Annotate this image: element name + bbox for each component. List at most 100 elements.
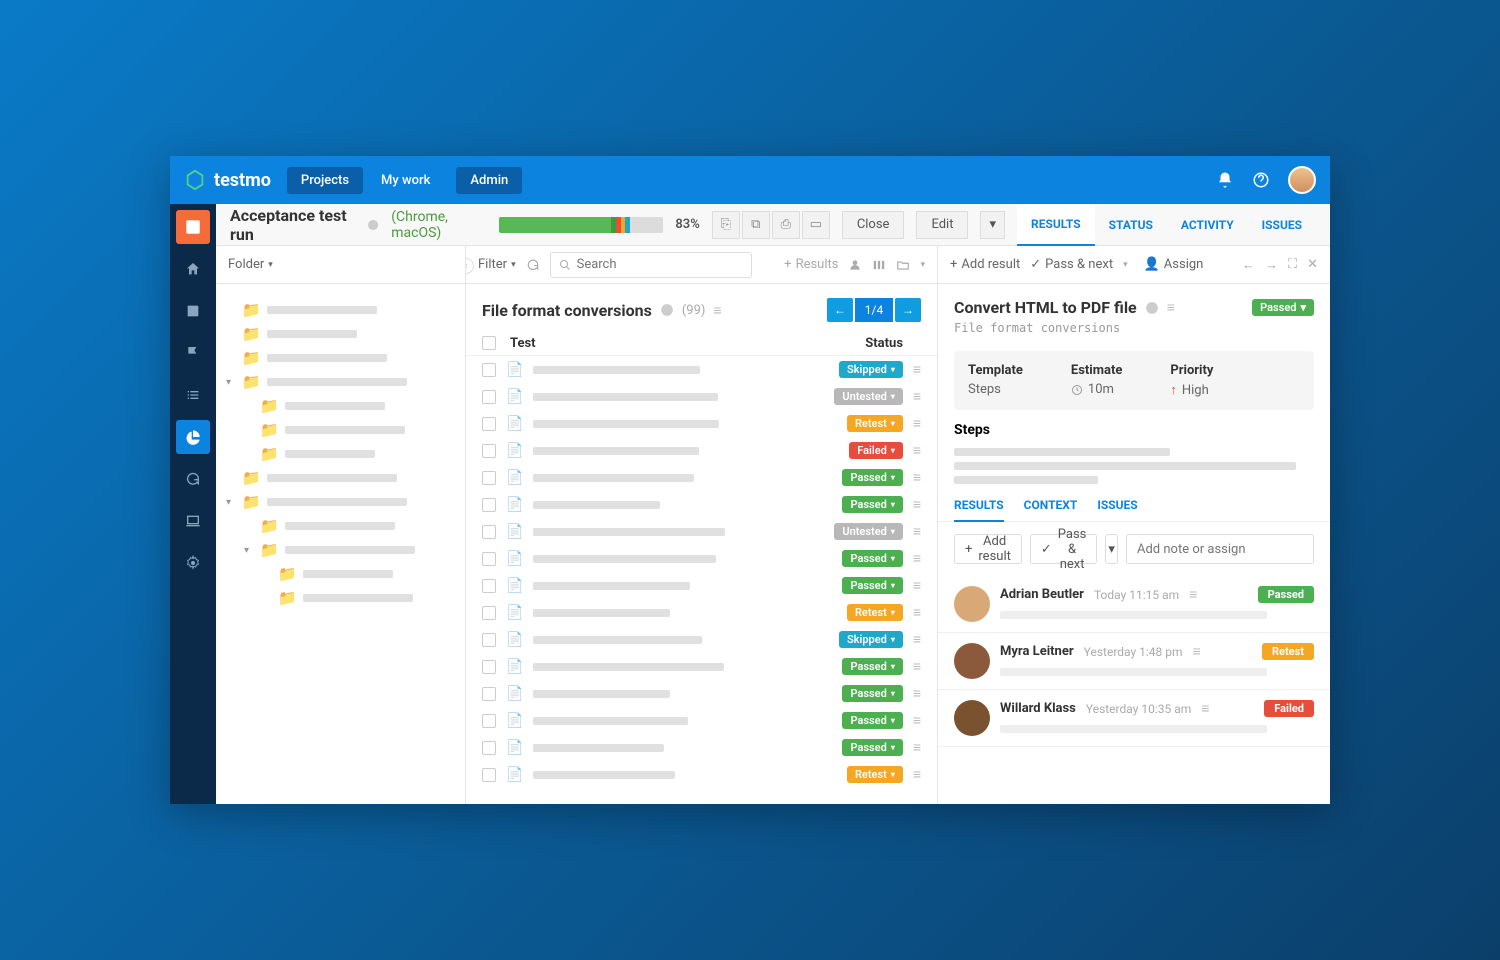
row-menu-icon[interactable]: ≡ xyxy=(913,658,921,675)
row-menu-icon[interactable]: ≡ xyxy=(913,388,921,405)
print-icon[interactable]: ⎙ xyxy=(772,211,800,239)
status-pill[interactable]: Retest ▾ xyxy=(847,604,903,621)
tree-row[interactable]: 📁 xyxy=(226,394,455,418)
row-checkbox[interactable] xyxy=(482,498,496,512)
columns-icon[interactable] xyxy=(872,258,886,272)
pass-next-dropdown[interactable]: ▾ xyxy=(1123,260,1128,270)
bell-icon[interactable] xyxy=(1216,171,1234,189)
table-row[interactable]: 📄 Retest ▾ ≡ xyxy=(466,761,937,788)
table-row[interactable]: 📄 Retest ▾ ≡ xyxy=(466,410,937,437)
status-pill[interactable]: Passed ▾ xyxy=(842,577,902,594)
result-menu-icon[interactable]: ≡ xyxy=(1193,643,1201,660)
tree-row[interactable]: 📁 xyxy=(226,562,455,586)
user-icon[interactable] xyxy=(848,258,862,272)
tree-row[interactable]: ▾📁 xyxy=(226,490,455,514)
row-checkbox[interactable] xyxy=(482,741,496,755)
edit-dropdown[interactable]: ▾ xyxy=(980,211,1005,239)
toolbar-dropdown[interactable]: ▾ xyxy=(920,260,925,270)
tree-row[interactable]: 📁 xyxy=(226,298,455,322)
status-pill[interactable]: Retest ▾ xyxy=(847,766,903,783)
row-menu-icon[interactable]: ≡ xyxy=(913,550,921,567)
row-checkbox[interactable] xyxy=(482,606,496,620)
tree-row[interactable]: 📁 xyxy=(226,586,455,610)
status-pill[interactable]: Passed ▾ xyxy=(842,739,902,756)
pager-next[interactable]: → xyxy=(895,298,921,322)
status-pill[interactable]: Passed ▾ xyxy=(842,496,902,513)
add-result-button[interactable]: + Add result xyxy=(950,257,1020,272)
tab-status[interactable]: STATUS xyxy=(1095,204,1167,245)
avatar[interactable] xyxy=(954,643,990,679)
folder-label[interactable]: Folder ▾ xyxy=(228,257,273,272)
tree-row[interactable]: 📁 xyxy=(226,514,455,538)
subtab-context[interactable]: CONTEXT xyxy=(1024,498,1078,521)
filter-button[interactable]: Filter ▾ xyxy=(478,257,516,272)
subtab-results[interactable]: RESULTS xyxy=(954,498,1004,522)
detail-menu-icon[interactable]: ≡ xyxy=(1167,299,1175,316)
sidenav-sync[interactable] xyxy=(176,462,210,496)
info-icon[interactable] xyxy=(367,218,379,232)
row-checkbox[interactable] xyxy=(482,525,496,539)
status-pill[interactable]: Skipped ▾ xyxy=(839,361,903,378)
table-row[interactable]: 📄 Retest ▾ ≡ xyxy=(466,599,937,626)
tab-activity[interactable]: ACTIVITY xyxy=(1167,204,1248,245)
row-checkbox[interactable] xyxy=(482,714,496,728)
nav-projects[interactable]: Projects xyxy=(287,167,363,194)
status-pill[interactable]: Passed ▾ xyxy=(842,685,902,702)
row-menu-icon[interactable]: ≡ xyxy=(913,739,921,756)
row-menu-icon[interactable]: ≡ xyxy=(913,766,921,783)
row-menu-icon[interactable]: ≡ xyxy=(913,442,921,459)
row-menu-icon[interactable]: ≡ xyxy=(913,712,921,729)
status-pill[interactable]: Failed ▾ xyxy=(849,442,903,459)
row-menu-icon[interactable]: ≡ xyxy=(913,469,921,486)
table-row[interactable]: 📄 Untested ▾ ≡ xyxy=(466,383,937,410)
export-icon[interactable]: ⎘ xyxy=(712,211,740,239)
search-box[interactable] xyxy=(550,252,752,278)
row-checkbox[interactable] xyxy=(482,687,496,701)
refresh-icon[interactable] xyxy=(526,258,540,272)
sidenav-list[interactable] xyxy=(176,378,210,412)
status-pill[interactable]: Passed ▾ xyxy=(842,550,902,567)
status-pill[interactable]: Skipped ▾ xyxy=(839,631,903,648)
next-test-icon[interactable]: → xyxy=(1265,257,1278,273)
table-row[interactable]: 📄 Passed ▾ ≡ xyxy=(466,680,937,707)
row-checkbox[interactable] xyxy=(482,579,496,593)
table-row[interactable]: 📄 Passed ▾ ≡ xyxy=(466,545,937,572)
prev-test-icon[interactable]: ← xyxy=(1242,257,1255,273)
tree-row[interactable]: 📁 xyxy=(226,346,455,370)
table-row[interactable]: 📄 Passed ▾ ≡ xyxy=(466,572,937,599)
tab-results[interactable]: RESULTS xyxy=(1017,204,1095,246)
row-checkbox[interactable] xyxy=(482,471,496,485)
table-row[interactable]: 📄 Passed ▾ ≡ xyxy=(466,653,937,680)
row-menu-icon[interactable]: ≡ xyxy=(913,361,921,378)
row-menu-icon[interactable]: ≡ xyxy=(913,577,921,594)
table-row[interactable]: 📄 Passed ▾ ≡ xyxy=(466,491,937,518)
search-input[interactable] xyxy=(577,257,743,272)
status-pill[interactable]: Passed ▾ xyxy=(842,658,902,675)
tree-row[interactable]: 📁 xyxy=(226,322,455,346)
tree-row[interactable]: ▾📁 xyxy=(226,370,455,394)
add-result-button-inline[interactable]: + Add result xyxy=(954,534,1022,564)
row-menu-icon[interactable]: ≡ xyxy=(913,631,921,648)
pass-next-button-inline[interactable]: ✓ Pass & next xyxy=(1030,534,1098,564)
tab-issues[interactable]: ISSUES xyxy=(1248,204,1316,245)
status-pill[interactable]: Passed ▾ xyxy=(842,469,902,486)
pass-next-dropdown-inline[interactable]: ▾ xyxy=(1105,534,1118,564)
note-input[interactable] xyxy=(1126,534,1314,564)
info-icon[interactable] xyxy=(1145,301,1159,315)
subtab-issues[interactable]: ISSUES xyxy=(1097,498,1137,521)
tree-row[interactable]: 📁 xyxy=(226,418,455,442)
nav-mywork[interactable]: My work xyxy=(367,167,444,194)
table-row[interactable]: 📄 Untested ▾ ≡ xyxy=(466,518,937,545)
sidenav-code[interactable] xyxy=(176,504,210,538)
nav-admin[interactable]: Admin xyxy=(456,167,522,194)
group-menu-icon[interactable]: ≡ xyxy=(713,302,721,319)
row-checkbox[interactable] xyxy=(482,768,496,782)
status-pill[interactable]: Untested ▾ xyxy=(834,388,902,405)
tree-row[interactable]: 📁 xyxy=(226,442,455,466)
sidenav-dashboard[interactable] xyxy=(176,210,210,244)
row-menu-icon[interactable]: ≡ xyxy=(913,415,921,432)
copy-icon[interactable]: ⧉ xyxy=(742,211,770,239)
row-checkbox[interactable] xyxy=(482,633,496,647)
table-row[interactable]: 📄 Skipped ▾ ≡ xyxy=(466,626,937,653)
status-pill[interactable]: Passed ▾ xyxy=(842,712,902,729)
